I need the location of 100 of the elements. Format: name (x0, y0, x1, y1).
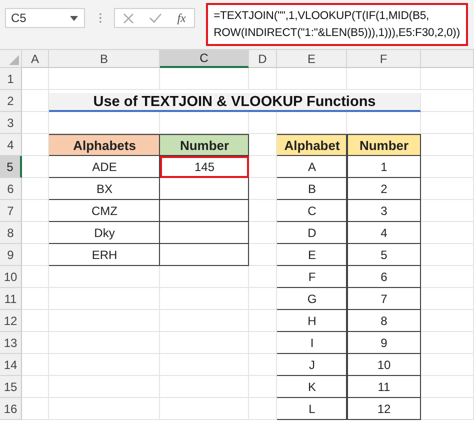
table-cell: ADE (49, 156, 160, 178)
row-header[interactable]: 4 (0, 134, 22, 156)
empty-cell[interactable] (249, 354, 277, 376)
row-header[interactable]: 7 (0, 200, 22, 222)
row-header[interactable]: 9 (0, 244, 22, 266)
empty-cell[interactable] (421, 288, 474, 310)
sheet-title: Use of TEXTJOIN & VLOOKUP Functions (49, 93, 421, 112)
table-cell: L (277, 398, 347, 420)
row-header[interactable]: 16 (0, 398, 22, 420)
table-cell: 3 (347, 200, 421, 222)
empty-cell[interactable] (421, 244, 474, 266)
table-cell: BX (49, 178, 160, 200)
empty-cell[interactable] (49, 354, 160, 376)
table-cell: 5 (347, 244, 421, 266)
empty-cell[interactable] (160, 288, 249, 310)
empty-cell[interactable] (249, 376, 277, 398)
empty-cell[interactable] (49, 266, 160, 288)
empty-cell[interactable] (249, 266, 277, 288)
formula-field[interactable]: =TEXTJOIN("",1,VLOOKUP(T(IF(1,MID(B5, ROW(INDIRECT("1:"&LEN(B5))),1))),E5:F30,2,0)) (206, 3, 468, 46)
empty-cell[interactable] (421, 266, 474, 288)
column-header[interactable]: F (347, 50, 421, 68)
empty-cell[interactable] (421, 112, 474, 134)
empty-cell[interactable] (421, 68, 474, 90)
column-header[interactable]: B (49, 50, 160, 68)
empty-cell[interactable] (160, 354, 249, 376)
empty-cell[interactable] (249, 398, 277, 420)
select-all-button[interactable] (0, 50, 22, 68)
empty-cell[interactable] (249, 244, 277, 266)
empty-cell[interactable] (249, 288, 277, 310)
row-header[interactable]: 14 (0, 354, 22, 376)
empty-cell[interactable] (249, 200, 277, 222)
empty-cell[interactable] (421, 376, 474, 398)
empty-cell[interactable] (421, 332, 474, 354)
empty-cell[interactable] (421, 200, 474, 222)
row-header[interactable]: 12 (0, 310, 22, 332)
empty-cell[interactable] (160, 266, 249, 288)
row-header[interactable]: 3 (0, 112, 22, 134)
empty-cell[interactable] (277, 68, 347, 90)
row-header[interactable]: 1 (0, 68, 22, 90)
table-cell: I (277, 332, 347, 354)
empty-cell[interactable] (49, 310, 160, 332)
row-header[interactable]: 10 (0, 266, 22, 288)
empty-cell[interactable] (421, 222, 474, 244)
empty-cell[interactable] (160, 376, 249, 398)
empty-cell[interactable] (249, 112, 277, 134)
row-header[interactable]: 13 (0, 332, 22, 354)
empty-cell[interactable] (49, 332, 160, 354)
table-cell: C (277, 200, 347, 222)
empty-cell[interactable] (249, 68, 277, 90)
empty-cell[interactable] (421, 354, 474, 376)
empty-cell[interactable] (160, 398, 249, 420)
row-header[interactable]: 6 (0, 178, 22, 200)
table-cell: 11 (347, 376, 421, 398)
table-cell: 145 (160, 156, 249, 178)
table-cell: G (277, 288, 347, 310)
column-header[interactable] (421, 50, 474, 68)
empty-cell[interactable] (249, 332, 277, 354)
row-header[interactable]: 8 (0, 222, 22, 244)
cancel-icon[interactable] (122, 12, 134, 24)
empty-cell[interactable] (160, 310, 249, 332)
empty-cell[interactable] (49, 398, 160, 420)
table-cell: 2 (347, 178, 421, 200)
empty-cell[interactable] (49, 376, 160, 398)
column-header[interactable]: E (277, 50, 347, 68)
column-header[interactable]: C (160, 50, 249, 68)
empty-cell[interactable] (249, 310, 277, 332)
column-header[interactable]: A (22, 50, 49, 68)
empty-cell[interactable] (49, 68, 160, 90)
table-cell: E (277, 244, 347, 266)
empty-cell[interactable] (347, 68, 421, 90)
check-icon[interactable] (148, 13, 162, 23)
drag-handle-icon[interactable] (99, 12, 102, 24)
empty-cell[interactable] (421, 398, 474, 420)
row-header[interactable]: 2 (0, 90, 22, 112)
empty-cell[interactable] (160, 332, 249, 354)
empty-cell[interactable] (249, 178, 277, 200)
empty-cell[interactable] (421, 310, 474, 332)
triangle-icon (9, 55, 19, 65)
empty-cell[interactable] (249, 222, 277, 244)
empty-cell[interactable] (249, 156, 277, 178)
table-cell: 9 (347, 332, 421, 354)
empty-cell[interactable] (421, 156, 474, 178)
table-cell: K (277, 376, 347, 398)
table-cell: 1 (347, 156, 421, 178)
table-header: Alphabets (49, 134, 160, 156)
table-cell: Dky (49, 222, 160, 244)
table-cell: 8 (347, 310, 421, 332)
empty-cell[interactable] (421, 178, 474, 200)
table-cell: 7 (347, 288, 421, 310)
empty-cell[interactable] (49, 288, 160, 310)
row-header[interactable]: 11 (0, 288, 22, 310)
table-header: Alphabet (277, 134, 347, 156)
table-cell: CMZ (49, 200, 160, 222)
empty-cell[interactable] (160, 68, 249, 90)
name-box[interactable]: C5 (5, 8, 86, 28)
empty-cell[interactable] (421, 90, 474, 112)
insert-function-button[interactable]: fx (177, 10, 186, 26)
row-header[interactable]: 5 (0, 156, 22, 178)
column-header[interactable]: D (249, 50, 277, 68)
row-header[interactable]: 15 (0, 376, 22, 398)
